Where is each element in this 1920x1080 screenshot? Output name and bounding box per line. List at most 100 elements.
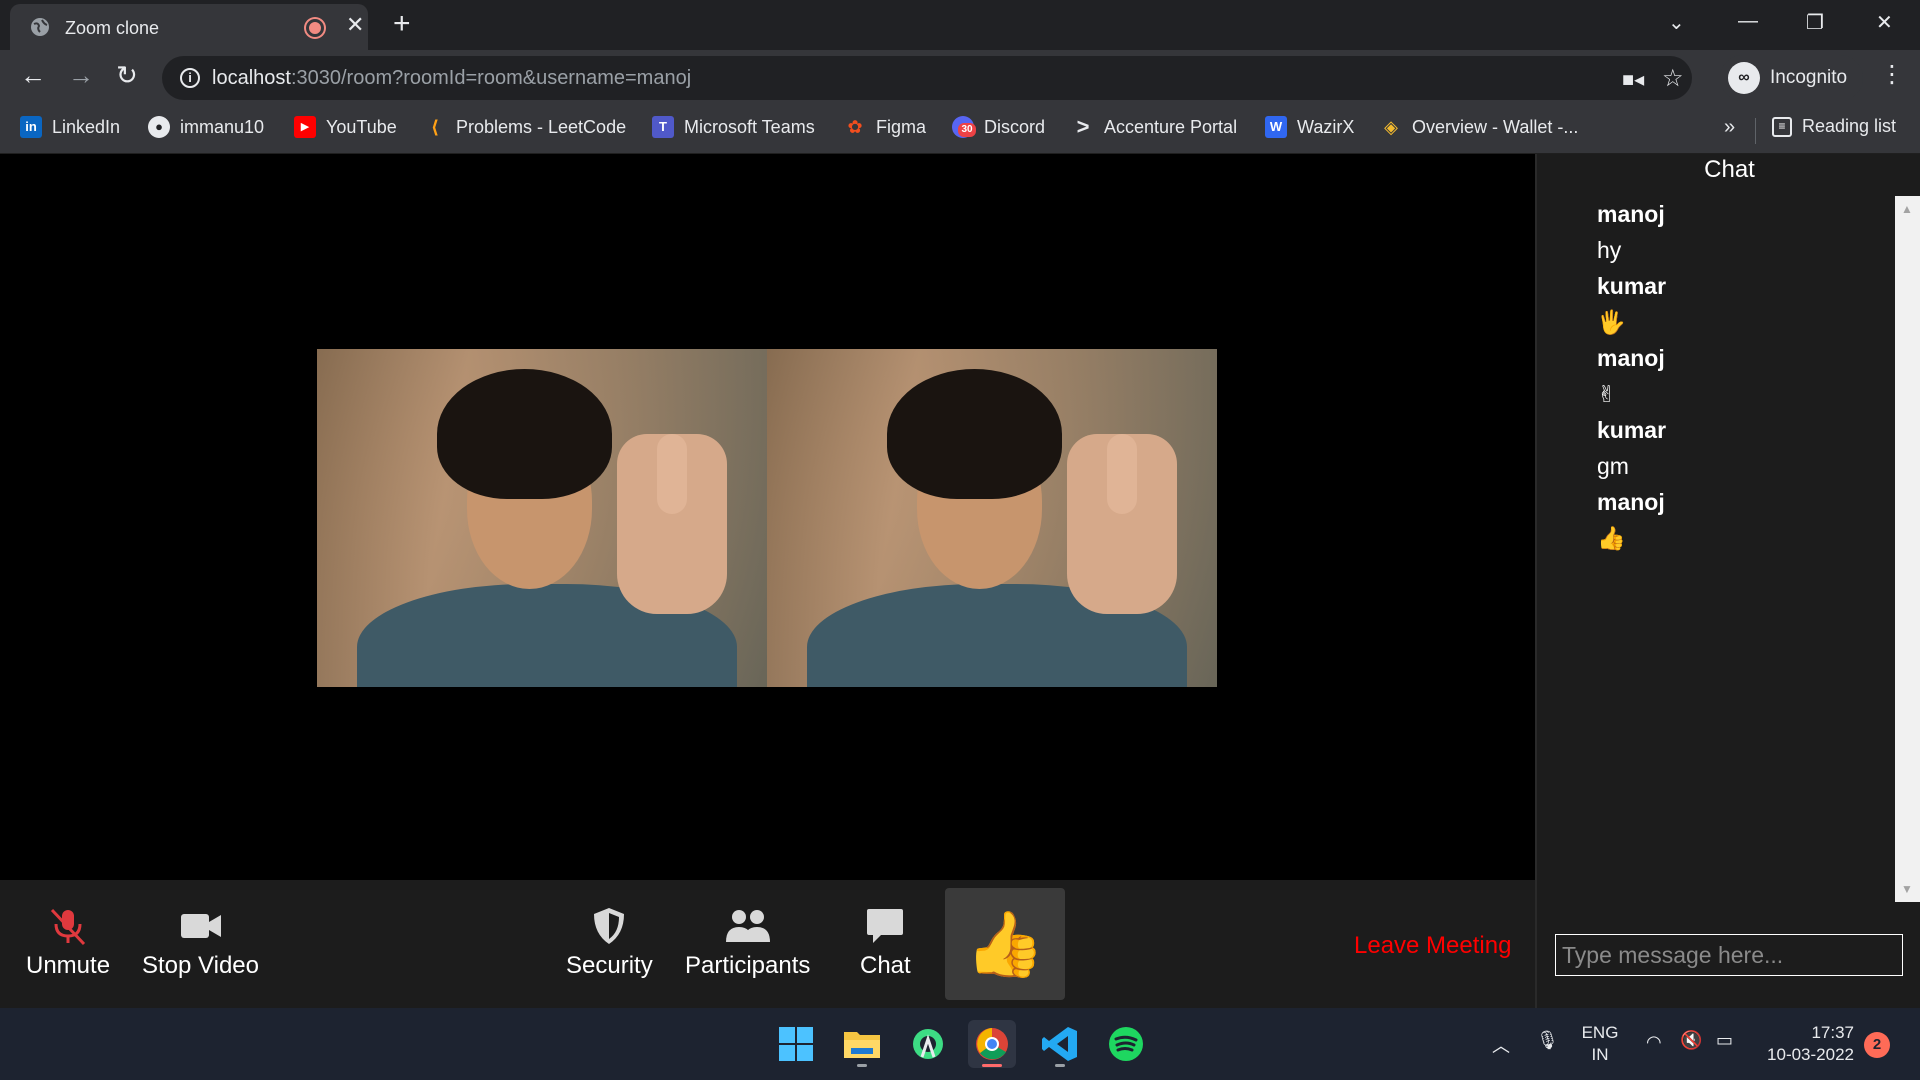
bookmark-teams[interactable]: T Microsoft Teams	[652, 116, 815, 138]
stop-video-label: Stop Video	[142, 952, 259, 979]
taskbar-android-studio[interactable]	[904, 1020, 952, 1068]
taskbar-chrome[interactable]	[968, 1020, 1016, 1068]
chat-button[interactable]: Chat	[860, 906, 911, 980]
scroll-up-icon[interactable]: ▲	[1901, 202, 1913, 216]
bookmark-wazirx[interactable]: W WazirX	[1265, 116, 1354, 138]
chat-text: hy	[1597, 237, 1622, 263]
participants-button[interactable]: Participants	[685, 906, 810, 980]
chat-message: kumar 🖐	[1597, 268, 1877, 340]
profile-label: Incognito	[1770, 67, 1848, 88]
speaker-muted-icon[interactable]: 🔇	[1680, 1030, 1702, 1051]
bookmark-discord[interactable]: 30 Discord	[952, 116, 1045, 138]
back-icon[interactable]: ←	[20, 62, 46, 88]
participants-icon	[724, 906, 772, 946]
site-info-icon[interactable]: i	[180, 68, 200, 88]
bookmark-github[interactable]: ● immanu10	[148, 116, 264, 138]
taskbar-file-explorer[interactable]	[838, 1020, 886, 1068]
chat-username: manoj	[1597, 489, 1665, 515]
chat-message-list: manoj hy kumar 🖐 manoj ✌ kumar gm manoj …	[1597, 196, 1877, 556]
camera-in-use-icon[interactable]: ■◂	[1622, 67, 1644, 92]
taskbar-vscode[interactable]	[1036, 1020, 1084, 1068]
bookmarks-bar: in LinkedIn ● immanu10 ▶ YouTube ⟨ Probl…	[0, 106, 1920, 154]
bookmark-linkedin[interactable]: in LinkedIn	[20, 116, 120, 138]
chat-message-input[interactable]	[1555, 934, 1903, 976]
bookmark-label: Discord	[984, 116, 1046, 137]
incognito-icon: ∞	[1728, 62, 1760, 94]
figma-icon: ✿	[847, 117, 863, 137]
wifi-icon[interactable]: ◠	[1646, 1032, 1662, 1053]
restore-icon[interactable]: ❐	[1806, 10, 1824, 35]
accenture-icon: >	[1076, 114, 1090, 139]
language-indicator[interactable]: ENG IN	[1580, 1022, 1620, 1066]
forward-icon[interactable]: →	[68, 62, 94, 88]
battery-icon[interactable]: ▭	[1716, 1030, 1733, 1051]
address-bar[interactable]: i localhost:3030/room?roomId=room&userna…	[162, 56, 1692, 100]
security-button[interactable]: Security	[566, 906, 653, 980]
region-code: IN	[1591, 1045, 1609, 1064]
chat-text: ✌	[1597, 381, 1617, 407]
recording-indicator-icon	[306, 19, 324, 37]
tab-search-icon[interactable]: ⌄	[1668, 10, 1685, 35]
browser-tab[interactable]: Zoom clone ✕	[10, 4, 368, 50]
video-stage	[0, 154, 1535, 880]
bookmark-star-icon[interactable]: ☆	[1662, 64, 1684, 93]
start-button[interactable]	[772, 1020, 820, 1068]
bookmark-wallet[interactable]: ◈ Overview - Wallet -...	[1380, 116, 1578, 138]
discord-icon: 30	[952, 116, 976, 138]
android-studio-icon	[913, 1029, 943, 1059]
thumbs-up-reaction-button[interactable]: 👍	[945, 888, 1065, 1000]
chat-username: kumar	[1597, 417, 1667, 443]
reading-list-icon: ≡	[1772, 116, 1792, 137]
leave-meeting-button[interactable]: Leave Meeting	[1354, 932, 1511, 960]
clock-time: 17:37	[1811, 1023, 1854, 1042]
bookmark-label: Microsoft Teams	[684, 116, 815, 137]
bookmark-label: Figma	[876, 116, 927, 137]
meeting-controls: Unmute Stop Video Security Participants …	[0, 880, 1535, 1008]
chat-scrollbar[interactable]: ▲ ▼	[1895, 196, 1920, 902]
minimize-icon[interactable]: —	[1738, 10, 1758, 33]
binance-icon: ◈	[1384, 117, 1398, 137]
windows-taskbar: ︿ 🎙 ENG IN ◠ 🔇 ▭ 17:37 10-03-2022 2	[0, 1008, 1920, 1080]
taskbar-spotify[interactable]	[1102, 1020, 1150, 1068]
reading-list-button[interactable]: ≡ Reading list	[1772, 116, 1896, 137]
close-window-icon[interactable]: ✕	[1876, 10, 1893, 35]
bookmark-label: LinkedIn	[52, 116, 121, 137]
video-tile-remote	[767, 349, 1217, 687]
bookmark-accenture[interactable]: > Accenture Portal	[1072, 114, 1238, 139]
new-tab-button[interactable]: +	[393, 9, 411, 39]
bookmark-leetcode[interactable]: ⟨ Problems - LeetCode	[424, 116, 626, 138]
notification-badge[interactable]: 2	[1864, 1032, 1890, 1058]
security-label: Security	[566, 952, 653, 979]
bookmark-label: Accenture Portal	[1104, 116, 1238, 137]
windows-logo-icon	[779, 1027, 813, 1061]
chat-username: kumar	[1597, 273, 1667, 299]
shield-icon	[591, 906, 627, 946]
discord-badge: 30	[958, 123, 976, 137]
chat-text: gm	[1597, 453, 1629, 479]
video-tile-local	[317, 349, 767, 687]
clock[interactable]: 17:37 10-03-2022	[1758, 1022, 1854, 1066]
thumbs-up-icon: 👍	[965, 907, 1045, 980]
incognito-profile-button[interactable]: ∞ Incognito	[1720, 55, 1864, 101]
bookmark-label: WazirX	[1297, 116, 1355, 137]
bookmark-figma[interactable]: ✿ Figma	[844, 116, 926, 138]
close-tab-icon[interactable]: ✕	[346, 14, 364, 36]
microphone-icon[interactable]: 🎙	[1536, 1030, 1559, 1051]
chat-text: 👍	[1597, 525, 1626, 551]
chat-message: manoj 👍	[1597, 484, 1877, 556]
wazirx-icon: W	[1265, 116, 1287, 138]
unmute-button[interactable]: Unmute	[26, 906, 110, 980]
scroll-down-icon[interactable]: ▼	[1901, 882, 1913, 896]
stop-video-button[interactable]: Stop Video	[142, 906, 259, 980]
chat-username: manoj	[1597, 345, 1665, 371]
bookmark-youtube[interactable]: ▶ YouTube	[294, 116, 397, 138]
reload-icon[interactable]: ↻	[116, 62, 138, 88]
more-bookmarks-icon[interactable]: »	[1724, 116, 1735, 139]
chat-bubble-icon	[865, 906, 905, 946]
menu-kebab-icon[interactable]: ⋮	[1880, 60, 1904, 89]
muted-microphone-icon	[46, 906, 90, 946]
browser-tab-strip: Zoom clone ✕ + ⌄ — ❐ ✕	[0, 0, 1920, 50]
show-hidden-icons[interactable]: ︿	[1492, 1032, 1510, 1058]
bookmark-label: YouTube	[326, 116, 397, 137]
unmute-label: Unmute	[26, 952, 111, 979]
